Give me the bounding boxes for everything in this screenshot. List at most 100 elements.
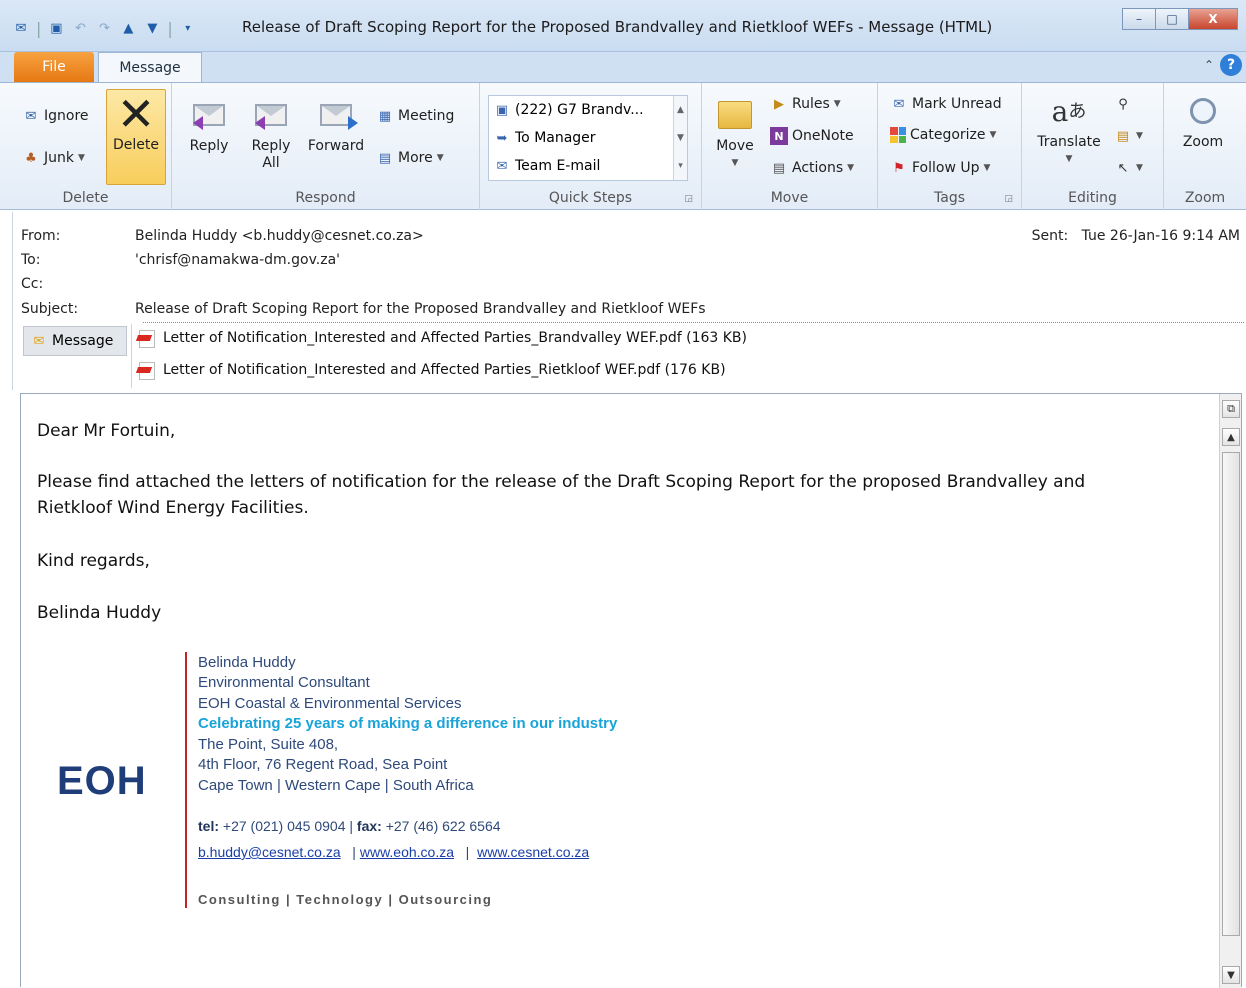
sent-group: Sent: Tue 26-Jan-16 9:14 AM bbox=[1032, 228, 1240, 244]
ribbon: ✉ Ignore ♣ Junk ▼ ✕ Delete Delete Reply … bbox=[0, 82, 1246, 210]
onenote-button[interactable]: N OneNote bbox=[770, 127, 854, 145]
customize-qat-icon[interactable]: ▾ bbox=[179, 19, 197, 37]
related-button[interactable]: ▤ ▼ bbox=[1114, 127, 1143, 145]
quick-access-toolbar: ✉ | ▣ ↶ ↷ ▲ ▼ | ▾ bbox=[12, 17, 197, 39]
team-email-icon: ✉ bbox=[496, 158, 508, 174]
more-respond-button[interactable]: ▤ More ▼ bbox=[376, 149, 444, 167]
cesnet-website-link[interactable]: www.cesnet.co.za bbox=[477, 844, 589, 860]
message-body[interactable]: Dear Mr Fortuin, Please find attached th… bbox=[20, 393, 1242, 988]
select-button[interactable]: ↖ ▼ bbox=[1114, 159, 1143, 177]
translate-icon: aあ bbox=[1051, 94, 1087, 128]
ignore-button[interactable]: ✉ Ignore bbox=[22, 107, 89, 125]
junk-icon: ♣ bbox=[25, 150, 37, 166]
attachment-item[interactable]: Letter of Notification_Interested and Af… bbox=[137, 361, 726, 380]
to-label: To: bbox=[21, 252, 41, 268]
body-greeting: Dear Mr Fortuin, bbox=[37, 421, 176, 441]
to-value[interactable]: 'chrisf@namakwa-dm.gov.za' bbox=[135, 252, 340, 268]
body-closing: Kind regards, bbox=[37, 551, 150, 571]
help-icon[interactable]: ? bbox=[1220, 54, 1242, 76]
signature-phone-line: tel: +27 (021) 045 0904 | fax: +27 (46) … bbox=[198, 818, 501, 834]
scroll-down-button[interactable]: ▼ bbox=[1222, 966, 1240, 984]
categorize-button[interactable]: Categorize ▼ bbox=[890, 127, 996, 143]
to-manager-icon: ➥ bbox=[496, 130, 508, 146]
scroll-up-button[interactable]: ▲ bbox=[1222, 428, 1240, 446]
expand-icon[interactable]: ▾ bbox=[678, 161, 683, 171]
maximize-button[interactable]: □ bbox=[1155, 8, 1189, 30]
respond-group-label: Respond bbox=[295, 190, 356, 206]
meeting-button[interactable]: ▦ Meeting bbox=[376, 107, 455, 125]
cursor-icon: ↖ bbox=[1117, 160, 1129, 176]
actions-button[interactable]: ▤ Actions ▼ bbox=[770, 159, 854, 177]
message-tab[interactable]: ✉ Message bbox=[23, 326, 127, 356]
translate-label: Translate bbox=[1037, 134, 1101, 150]
quick-step-item[interactable]: ▣ (222) G7 Brandv... bbox=[489, 96, 687, 124]
signature-address-2: 4th Floor, 76 Regent Road, Sea Point bbox=[198, 756, 448, 773]
zoom-button[interactable]: Zoom bbox=[1172, 91, 1234, 151]
next-item-icon[interactable]: ▼ bbox=[143, 19, 161, 37]
reply-button[interactable]: Reply bbox=[186, 95, 232, 155]
close-button[interactable]: X bbox=[1188, 8, 1238, 30]
mark-unread-button[interactable]: ✉ Mark Unread bbox=[890, 95, 1002, 113]
body-sender: Belinda Huddy bbox=[37, 603, 162, 623]
delete-group-label: Delete bbox=[62, 190, 109, 206]
from-value[interactable]: Belinda Huddy <b.huddy@cesnet.co.za> bbox=[135, 228, 424, 244]
signature-name: Belinda Huddy bbox=[198, 654, 296, 671]
split-pane-icon[interactable]: ⧉ bbox=[1222, 400, 1240, 418]
chevron-down-icon: ▼ bbox=[436, 153, 444, 163]
minimize-button[interactable]: – bbox=[1122, 8, 1156, 30]
junk-button[interactable]: ♣ Junk ▼ bbox=[22, 149, 85, 167]
message-tab-label: Message bbox=[52, 333, 114, 349]
quick-step-icon: ▣ bbox=[495, 102, 509, 118]
scroll-up-icon[interactable]: ▲ bbox=[677, 105, 684, 115]
forward-button[interactable]: Forward bbox=[304, 95, 368, 155]
move-button[interactable]: Move ▼ bbox=[710, 95, 760, 172]
eoh-website-link[interactable]: www.eoh.co.za bbox=[360, 844, 454, 860]
rules-label: Rules bbox=[792, 96, 830, 112]
rules-button[interactable]: ▶ Rules ▼ bbox=[770, 95, 841, 113]
quick-steps-group-label: Quick Steps bbox=[548, 190, 633, 206]
tabs-right: ⌃ ? bbox=[1204, 54, 1242, 76]
save-icon[interactable]: ▣ bbox=[47, 19, 65, 37]
reply-all-button[interactable]: Reply All bbox=[246, 95, 296, 172]
quick-step-item[interactable]: ➥ To Manager bbox=[489, 124, 687, 152]
scroll-down-icon[interactable]: ▼ bbox=[677, 133, 684, 143]
quick-steps-scroller[interactable]: ▲ ▼ ▾ bbox=[673, 96, 687, 180]
chevron-down-icon: ▼ bbox=[1136, 163, 1143, 173]
undo-icon[interactable]: ↶ bbox=[71, 19, 89, 37]
delete-label: Delete bbox=[113, 137, 159, 153]
redo-icon[interactable]: ↷ bbox=[95, 19, 113, 37]
previous-item-icon[interactable]: ▲ bbox=[119, 19, 137, 37]
actions-label: Actions bbox=[792, 160, 844, 176]
quick-step-item[interactable]: ✉ Team E-mail bbox=[489, 152, 687, 180]
email-link[interactable]: b.huddy@cesnet.co.za bbox=[198, 844, 341, 860]
translate-button[interactable]: aあ Translate ▼ bbox=[1032, 91, 1106, 168]
magnifier-icon bbox=[1183, 91, 1223, 131]
quick-step-label: (222) G7 Brandv... bbox=[515, 102, 644, 118]
attachment-item[interactable]: Letter of Notification_Interested and Af… bbox=[137, 329, 747, 348]
reply-all-label-1: Reply bbox=[251, 138, 291, 154]
signature-role: Environmental Consultant bbox=[198, 674, 370, 691]
editing-group-label: Editing bbox=[1068, 190, 1117, 206]
signature-footer: Consulting | Technology | Outsourcing bbox=[198, 892, 493, 907]
ribbon-tabs: File Message ⌃ ? bbox=[0, 52, 1246, 83]
window-controls: – □ X bbox=[1122, 8, 1238, 30]
quick-steps-group: ▣ (222) G7 Brandv... ➥ To Manager ✉ Team… bbox=[480, 83, 702, 210]
onenote-label: OneNote bbox=[792, 128, 854, 144]
delete-button[interactable]: ✕ Delete bbox=[106, 89, 166, 185]
collapse-ribbon-icon[interactable]: ⌃ bbox=[1204, 58, 1214, 72]
scroll-thumb[interactable] bbox=[1222, 452, 1240, 936]
attachment-divider bbox=[131, 324, 132, 388]
follow-up-button[interactable]: ⚑ Follow Up ▼ bbox=[890, 159, 990, 177]
tab-message[interactable]: Message bbox=[98, 52, 202, 83]
title-bar: ✉ | ▣ ↶ ↷ ▲ ▼ | ▾ Release of Draft Scopi… bbox=[0, 0, 1246, 52]
body-paragraph-line-2: Rietkloof Wind Energy Facilities. bbox=[37, 498, 309, 518]
window-title: Release of Draft Scoping Report for the … bbox=[242, 18, 993, 36]
chevron-down-icon: ▼ bbox=[833, 99, 841, 109]
from-label: From: bbox=[21, 228, 61, 244]
onenote-icon: N bbox=[770, 127, 788, 145]
find-button[interactable]: ⚲ bbox=[1114, 95, 1136, 113]
pdf-icon bbox=[137, 329, 157, 348]
vertical-scrollbar[interactable]: ⧉ ▲ ▼ bbox=[1219, 394, 1241, 988]
flag-icon: ⚑ bbox=[893, 160, 905, 176]
tab-file[interactable]: File bbox=[14, 52, 94, 82]
